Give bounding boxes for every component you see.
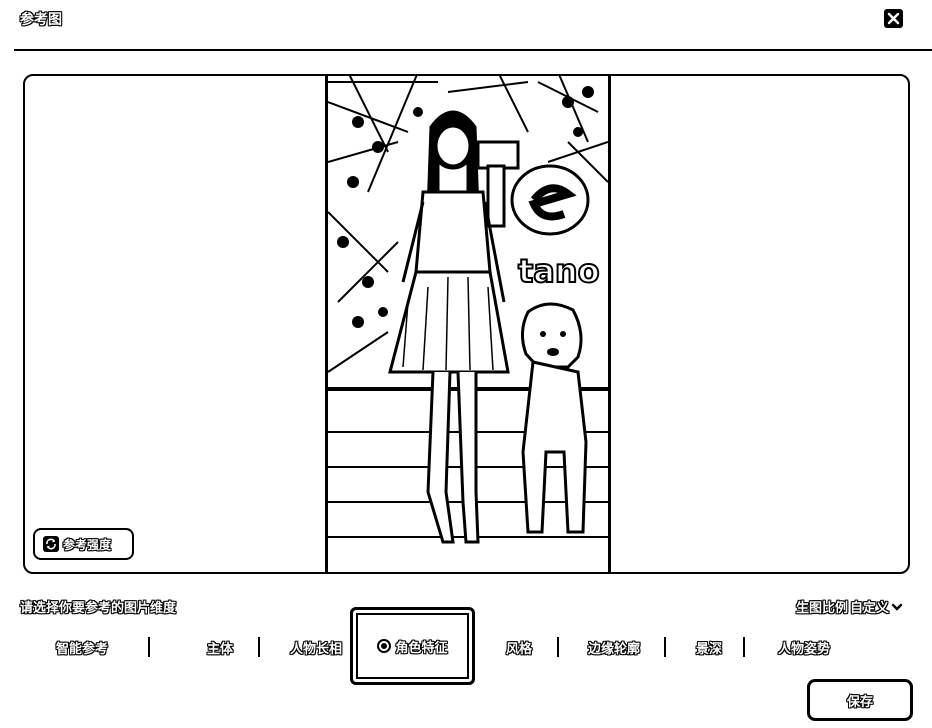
reference-strength-button[interactable]: 参考强度 [33,528,134,560]
aspect-ratio-dropdown[interactable]: 生图比例 自定义 [796,597,903,616]
chip-label: 景深 [696,641,723,657]
header-divider [14,49,932,51]
chip-style[interactable]: 风格 [506,627,532,667]
aspect-ratio-value: 自定义 [850,601,890,616]
save-button-label: 保存 [846,694,873,710]
dimension-chip-row: 智能参考 主体 人物长相 角色特征 风格 边缘轮廓 景深 人物姿势 [22,607,912,685]
svg-text:tano: tano [518,252,600,290]
chip-label: 主体 [207,641,234,657]
reference-image: tano [325,76,611,572]
chip-edge-outline[interactable]: 边缘轮廓 [588,627,640,667]
chip-label: 人物姿势 [778,641,831,657]
aspect-ratio-label: 生图比例 [796,601,849,616]
chip-depth-of-field[interactable]: 景深 [696,627,722,667]
dimension-prompt: 请选择你要参考的图片维度 [20,601,177,616]
chip-divider [743,637,745,657]
chip-label: 人物长相 [290,641,343,657]
chip-pose[interactable]: 人物姿势 [778,627,830,667]
save-button[interactable]: 保存 [807,679,913,721]
chip-divider [664,637,666,657]
chip-subject[interactable]: 主体 [207,627,233,667]
chip-divider [557,637,559,657]
chip-label: 智能参考 [56,641,109,657]
chip-divider [148,637,150,657]
selected-radio-icon [377,639,392,653]
dialog-title: 参考图 [20,12,62,28]
chip-divider [258,637,260,657]
reference-image-illustration: tano [328,76,608,572]
preview-frame: tano 参考强度 [23,74,910,574]
chip-smart-reference[interactable]: 智能参考 [56,627,108,667]
chevron-down-icon [891,603,903,611]
chip-character-features[interactable]: 角色特征 [350,607,475,685]
chip-label: 边缘轮廓 [588,641,641,657]
close-icon [887,12,900,25]
chip-label: 风格 [506,641,533,657]
chip-face[interactable]: 人物长相 [290,627,342,667]
close-button[interactable] [884,9,903,28]
refresh-icon [43,536,59,552]
chip-label: 角色特征 [395,640,448,656]
reference-strength-label: 参考强度 [63,537,112,552]
